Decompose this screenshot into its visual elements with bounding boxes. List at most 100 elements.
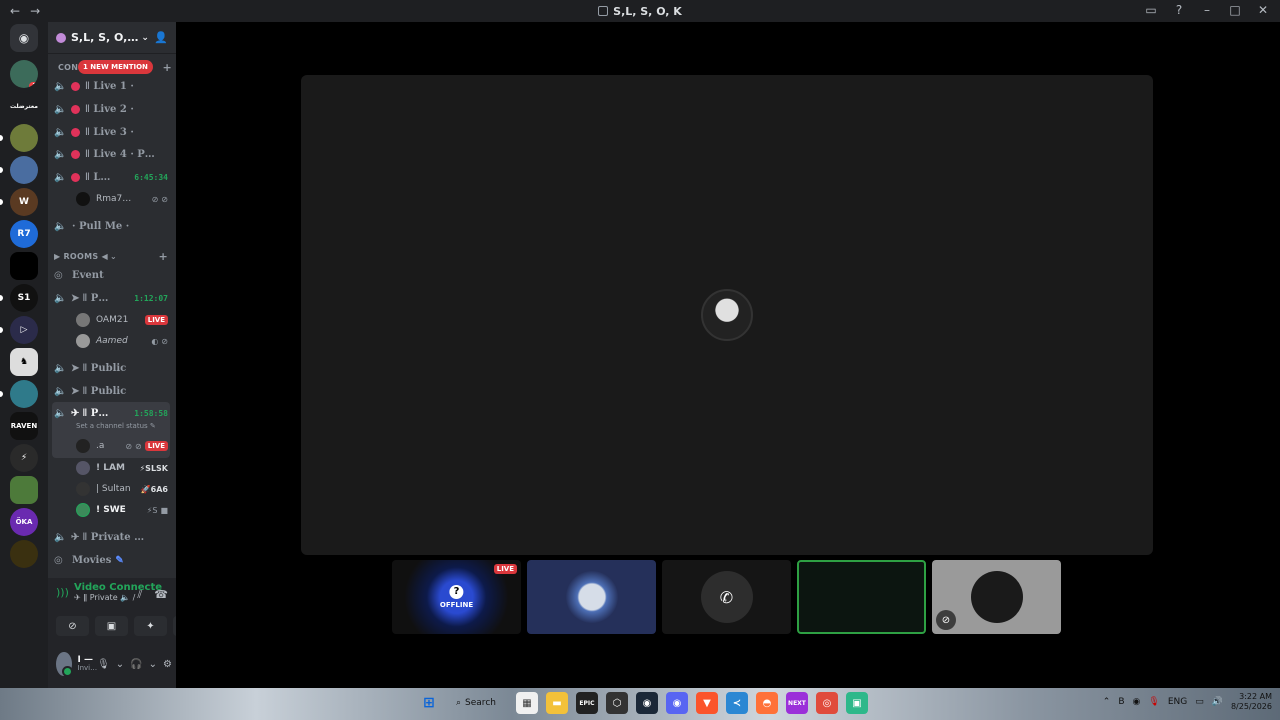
taskbar-search[interactable]: ⌕ Search bbox=[448, 692, 508, 714]
server-icon-8[interactable]: S1 bbox=[10, 284, 38, 312]
steam-icon[interactable]: ◉ bbox=[635, 692, 658, 714]
app-icon[interactable]: ▣ bbox=[845, 692, 868, 714]
voice-user[interactable]: | Sultan 🚀6A6 bbox=[76, 479, 168, 499]
server-icon-12[interactable]: RAVEN bbox=[10, 412, 38, 440]
camera-off-button[interactable]: ⊘ bbox=[56, 616, 89, 636]
server-icon-9[interactable]: ▷ bbox=[10, 316, 38, 344]
tray-overflow-icon[interactable]: ⌃ bbox=[1103, 697, 1111, 707]
voice-channel[interactable]: 🔈 · Pull Me · bbox=[54, 216, 172, 236]
category-rooms[interactable]: ▶ ROOMS ◀ ⌄ + bbox=[54, 246, 172, 266]
voice-user[interactable]: Aamed ◐ ⊘ bbox=[76, 331, 168, 351]
server-icon-3[interactable] bbox=[10, 124, 38, 152]
minimize-icon[interactable]: – bbox=[1200, 3, 1214, 17]
bluetooth-icon[interactable]: B bbox=[1118, 697, 1124, 707]
discord-taskbar-icon[interactable]: ◉ bbox=[665, 692, 688, 714]
microphone-tray-icon[interactable]: 🎙 bbox=[1148, 697, 1159, 707]
forward-arrow-icon[interactable]: → bbox=[30, 4, 40, 18]
brave-icon[interactable]: ▼ bbox=[695, 692, 718, 714]
voice-channel[interactable]: 🔈 ǁ L… 6:45:34 bbox=[54, 167, 172, 187]
voice-channel-active[interactable]: 🔈 ✈ ǁ P… 1:58:58 bbox=[54, 403, 172, 423]
call-timer: 1:58:58 bbox=[134, 408, 168, 418]
server-icon-6[interactable]: R7 bbox=[10, 220, 38, 248]
headphones-icon[interactable]: 🎧 bbox=[130, 659, 142, 670]
server-icon-16[interactable] bbox=[10, 540, 38, 568]
inbox-icon[interactable]: ▭ bbox=[1144, 3, 1158, 17]
voice-channel[interactable]: 🔈 ǁ Live 3 · bbox=[54, 122, 172, 142]
file-explorer-icon[interactable]: ▬ bbox=[545, 692, 568, 714]
server-icon-7[interactable] bbox=[10, 252, 38, 280]
chevron-down-icon[interactable]: ⌄ bbox=[149, 659, 157, 670]
settings-gear-icon[interactable]: ⚙ bbox=[163, 659, 172, 670]
voice-channel[interactable]: 🔈 ǁ Live 1 · bbox=[54, 76, 172, 96]
firefox-icon[interactable]: ◓ bbox=[755, 692, 778, 714]
next-app-icon[interactable]: NEXT bbox=[785, 692, 808, 714]
server-icon-4[interactable] bbox=[10, 156, 38, 184]
clock[interactable]: 3:22 AM 8/25/2026 bbox=[1231, 692, 1272, 711]
vscode-icon[interactable]: ≺ bbox=[725, 692, 748, 714]
windows-start-icon[interactable]: ⊞ bbox=[418, 692, 440, 714]
noise-suppression-icon[interactable]: ⫽ bbox=[137, 588, 142, 602]
back-arrow-icon[interactable]: ← bbox=[10, 4, 20, 18]
title-bar: ← → S,L, S, O, K ▭ ? – □ ✕ bbox=[0, 0, 1280, 22]
server-icon-14[interactable] bbox=[10, 476, 38, 504]
calendar-app-icon[interactable]: ▦ bbox=[515, 692, 538, 714]
language-indicator[interactable]: ENG bbox=[1168, 697, 1187, 707]
participant-thumbnail[interactable]: ✆ bbox=[662, 560, 791, 634]
server-icon-13[interactable]: ⚡ bbox=[10, 444, 38, 472]
red-circle-icon bbox=[71, 149, 80, 159]
invite-people-icon[interactable]: 👤 bbox=[154, 31, 168, 44]
speaking-participant-thumbnail[interactable] bbox=[797, 560, 926, 634]
call-timer: 6:45:34 bbox=[134, 172, 168, 182]
unread-pip bbox=[0, 167, 3, 173]
disconnect-icon[interactable]: ☎ bbox=[154, 588, 168, 602]
server-icon-2[interactable]: معترضلت bbox=[10, 92, 38, 120]
create-channel-icon[interactable]: + bbox=[162, 61, 176, 74]
avatar[interactable] bbox=[56, 652, 72, 677]
voice-user[interactable]: .a ⊘ ⊘ LIVE bbox=[76, 436, 168, 456]
participant-thumbnail[interactable]: ⊘ bbox=[932, 560, 1061, 634]
voice-user[interactable]: ! LAM ⚡SLSK bbox=[76, 458, 168, 478]
mention-badge: 1 bbox=[29, 82, 38, 88]
event-channel[interactable]: ◎ Event bbox=[54, 265, 172, 285]
server-icon-1[interactable]: 1 bbox=[10, 60, 38, 88]
voice-channel[interactable]: 🔈 ✈ ǁ Private … bbox=[54, 527, 172, 547]
voice-channel[interactable]: 🔈 ǁ Live 4 · P… bbox=[54, 144, 172, 164]
chevron-down-icon: ⌄ bbox=[141, 32, 149, 43]
signal-icon[interactable]: ))) bbox=[56, 586, 74, 599]
server-icon-5[interactable]: W bbox=[10, 188, 38, 216]
stage-channel[interactable]: ◎ Movies ✎ bbox=[54, 550, 172, 570]
tray-app-icon[interactable]: ◉ bbox=[1133, 697, 1141, 707]
discord-home-icon[interactable]: ◉ bbox=[10, 24, 38, 52]
voice-user[interactable]: OAM21 LIVE bbox=[76, 310, 168, 330]
voice-channel[interactable]: 🔈 ➤ ǁ Public bbox=[54, 358, 172, 378]
chevron-down-icon[interactable]: ⌄ bbox=[116, 659, 124, 670]
new-mention-pill[interactable]: 1 NEW MENTION bbox=[78, 60, 153, 74]
chrome-icon[interactable]: ◎ bbox=[815, 692, 838, 714]
server-icon-10[interactable]: ♞ bbox=[10, 348, 38, 376]
channel-status-hint[interactable]: Set a channel status ✎ bbox=[76, 422, 156, 430]
network-icon[interactable]: ▭ bbox=[1195, 697, 1204, 707]
voice-channel[interactable]: 🔈 ➤ ǁ P… 1:12:07 bbox=[54, 288, 172, 308]
voice-channel[interactable]: 🔈 ➤ ǁ Public bbox=[54, 381, 172, 401]
server-icon-15[interactable]: ÖKA bbox=[10, 508, 38, 536]
voice-user[interactable]: Rma7… ⊘ ⊘ bbox=[76, 189, 168, 209]
help-icon[interactable]: ? bbox=[1172, 3, 1186, 17]
maximize-icon[interactable]: □ bbox=[1228, 3, 1242, 17]
server-header[interactable]: S,L, S, O,… ⌄ 👤 bbox=[48, 22, 176, 54]
close-icon[interactable]: ✕ bbox=[1256, 3, 1270, 17]
app-icon[interactable]: ⬡ bbox=[605, 692, 628, 714]
activities-button[interactable]: ✦ bbox=[134, 616, 167, 636]
microphone-icon[interactable]: 🎙 bbox=[97, 659, 110, 670]
epic-games-icon[interactable]: EPIC bbox=[575, 692, 598, 714]
unread-pip bbox=[0, 327, 3, 333]
create-channel-icon[interactable]: + bbox=[158, 250, 172, 263]
share-screen-button[interactable]: ▣ bbox=[95, 616, 128, 636]
participant-thumbnail[interactable] bbox=[527, 560, 656, 634]
server-icon-11[interactable] bbox=[10, 380, 38, 408]
focused-participant-tile[interactable] bbox=[301, 75, 1153, 555]
voice-user[interactable]: ! SWE ⚡S ■ bbox=[76, 500, 168, 520]
volume-icon[interactable]: 🔊 bbox=[1212, 697, 1223, 707]
avatar bbox=[76, 334, 90, 348]
stream-thumbnail[interactable]: LIVE ? OFFLINE bbox=[392, 560, 521, 634]
voice-channel[interactable]: 🔈 ǁ Live 2 · bbox=[54, 99, 172, 119]
